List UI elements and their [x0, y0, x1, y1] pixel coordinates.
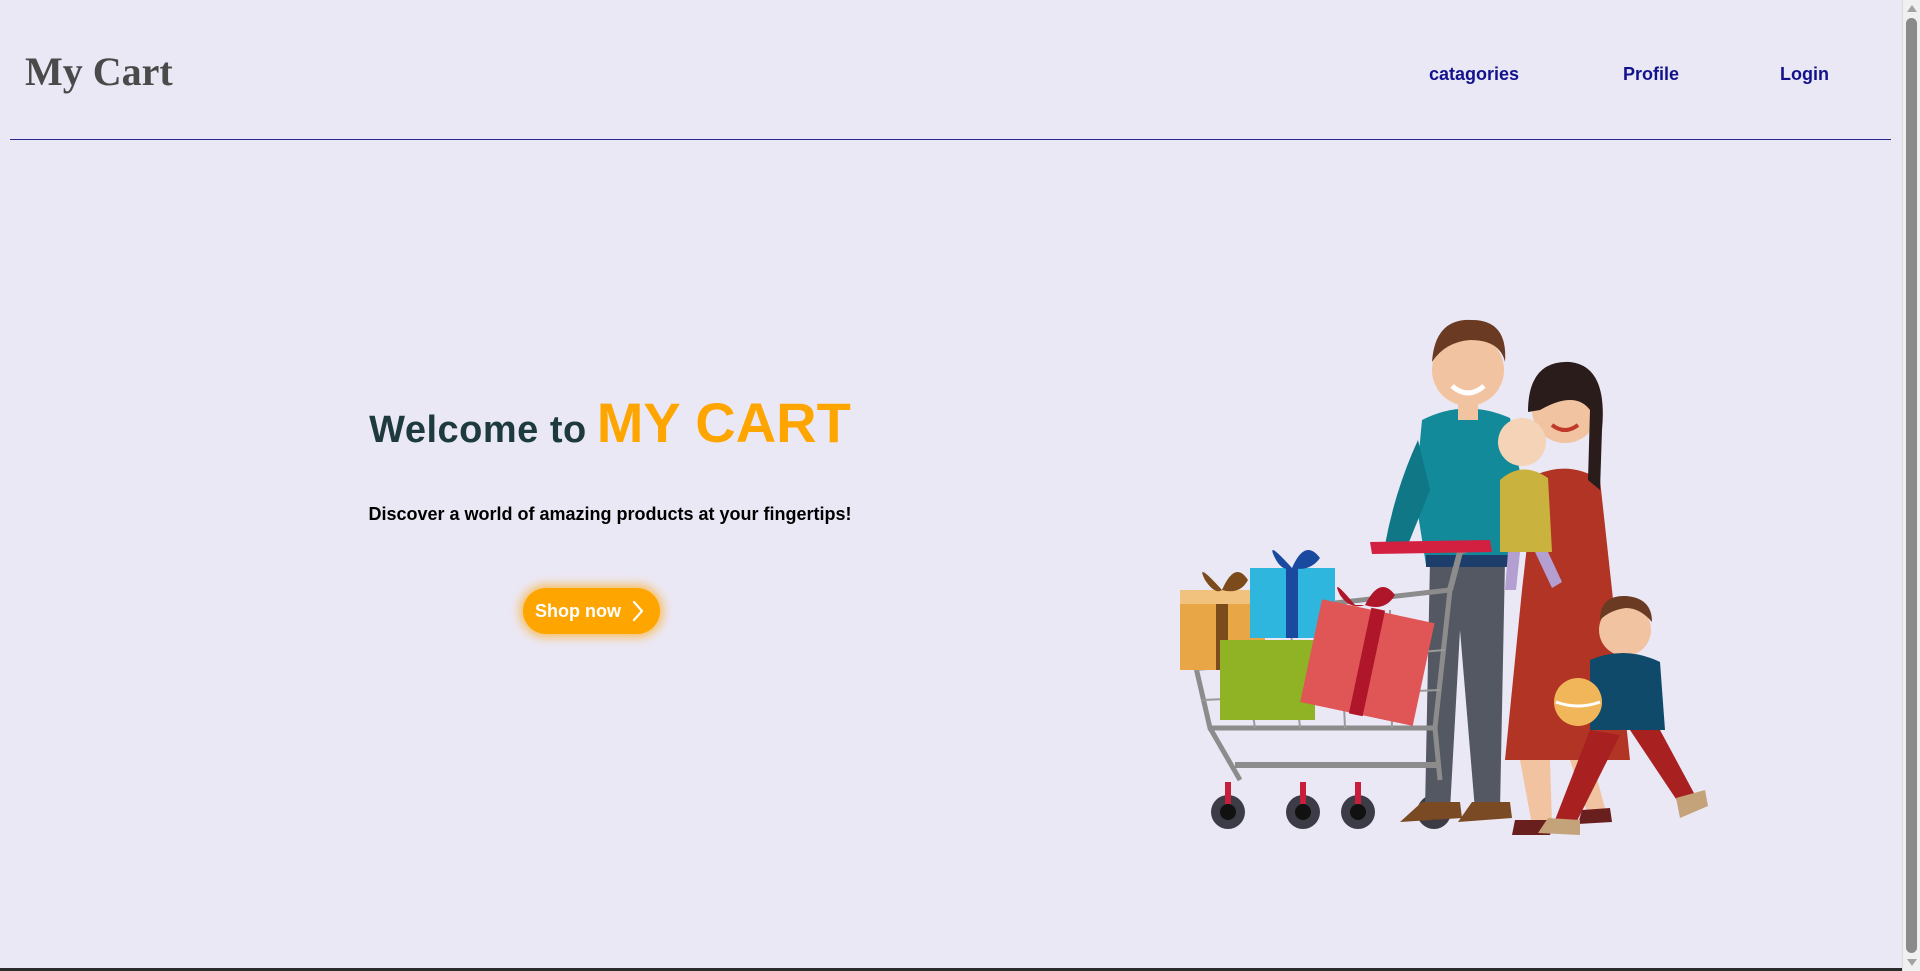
shop-now-button[interactable]: Shop now: [523, 588, 660, 634]
scroll-down-arrow-icon[interactable]: [1907, 959, 1917, 966]
vertical-scrollbar[interactable]: [1902, 0, 1920, 971]
site-header: My Cart catagories Profile Login: [0, 0, 1902, 140]
nav-link-profile[interactable]: Profile: [1623, 65, 1679, 83]
scroll-up-arrow-icon[interactable]: [1907, 5, 1917, 12]
family-shopping-illustration: [1180, 319, 1708, 835]
nav-link-login[interactable]: Login: [1780, 65, 1829, 83]
hero-heading: Welcome to MY CART: [0, 395, 1220, 451]
scrollbar-thumb[interactable]: [1906, 18, 1917, 953]
hero-tagline: Discover a world of amazing products at …: [368, 504, 852, 524]
header-divider: [10, 139, 1891, 140]
site-logo[interactable]: My Cart: [25, 52, 173, 92]
page: My Cart catagories Profile Login Welcome…: [0, 0, 1902, 971]
cart-wheels: [1211, 782, 1451, 829]
nav-link-catagories[interactable]: catagories: [1429, 65, 1519, 83]
chevron-right-icon: [632, 600, 644, 622]
shop-now-label: Shop now: [535, 600, 621, 621]
welcome-text: Welcome to: [369, 409, 587, 451]
brand-name: MY CART: [596, 391, 851, 454]
